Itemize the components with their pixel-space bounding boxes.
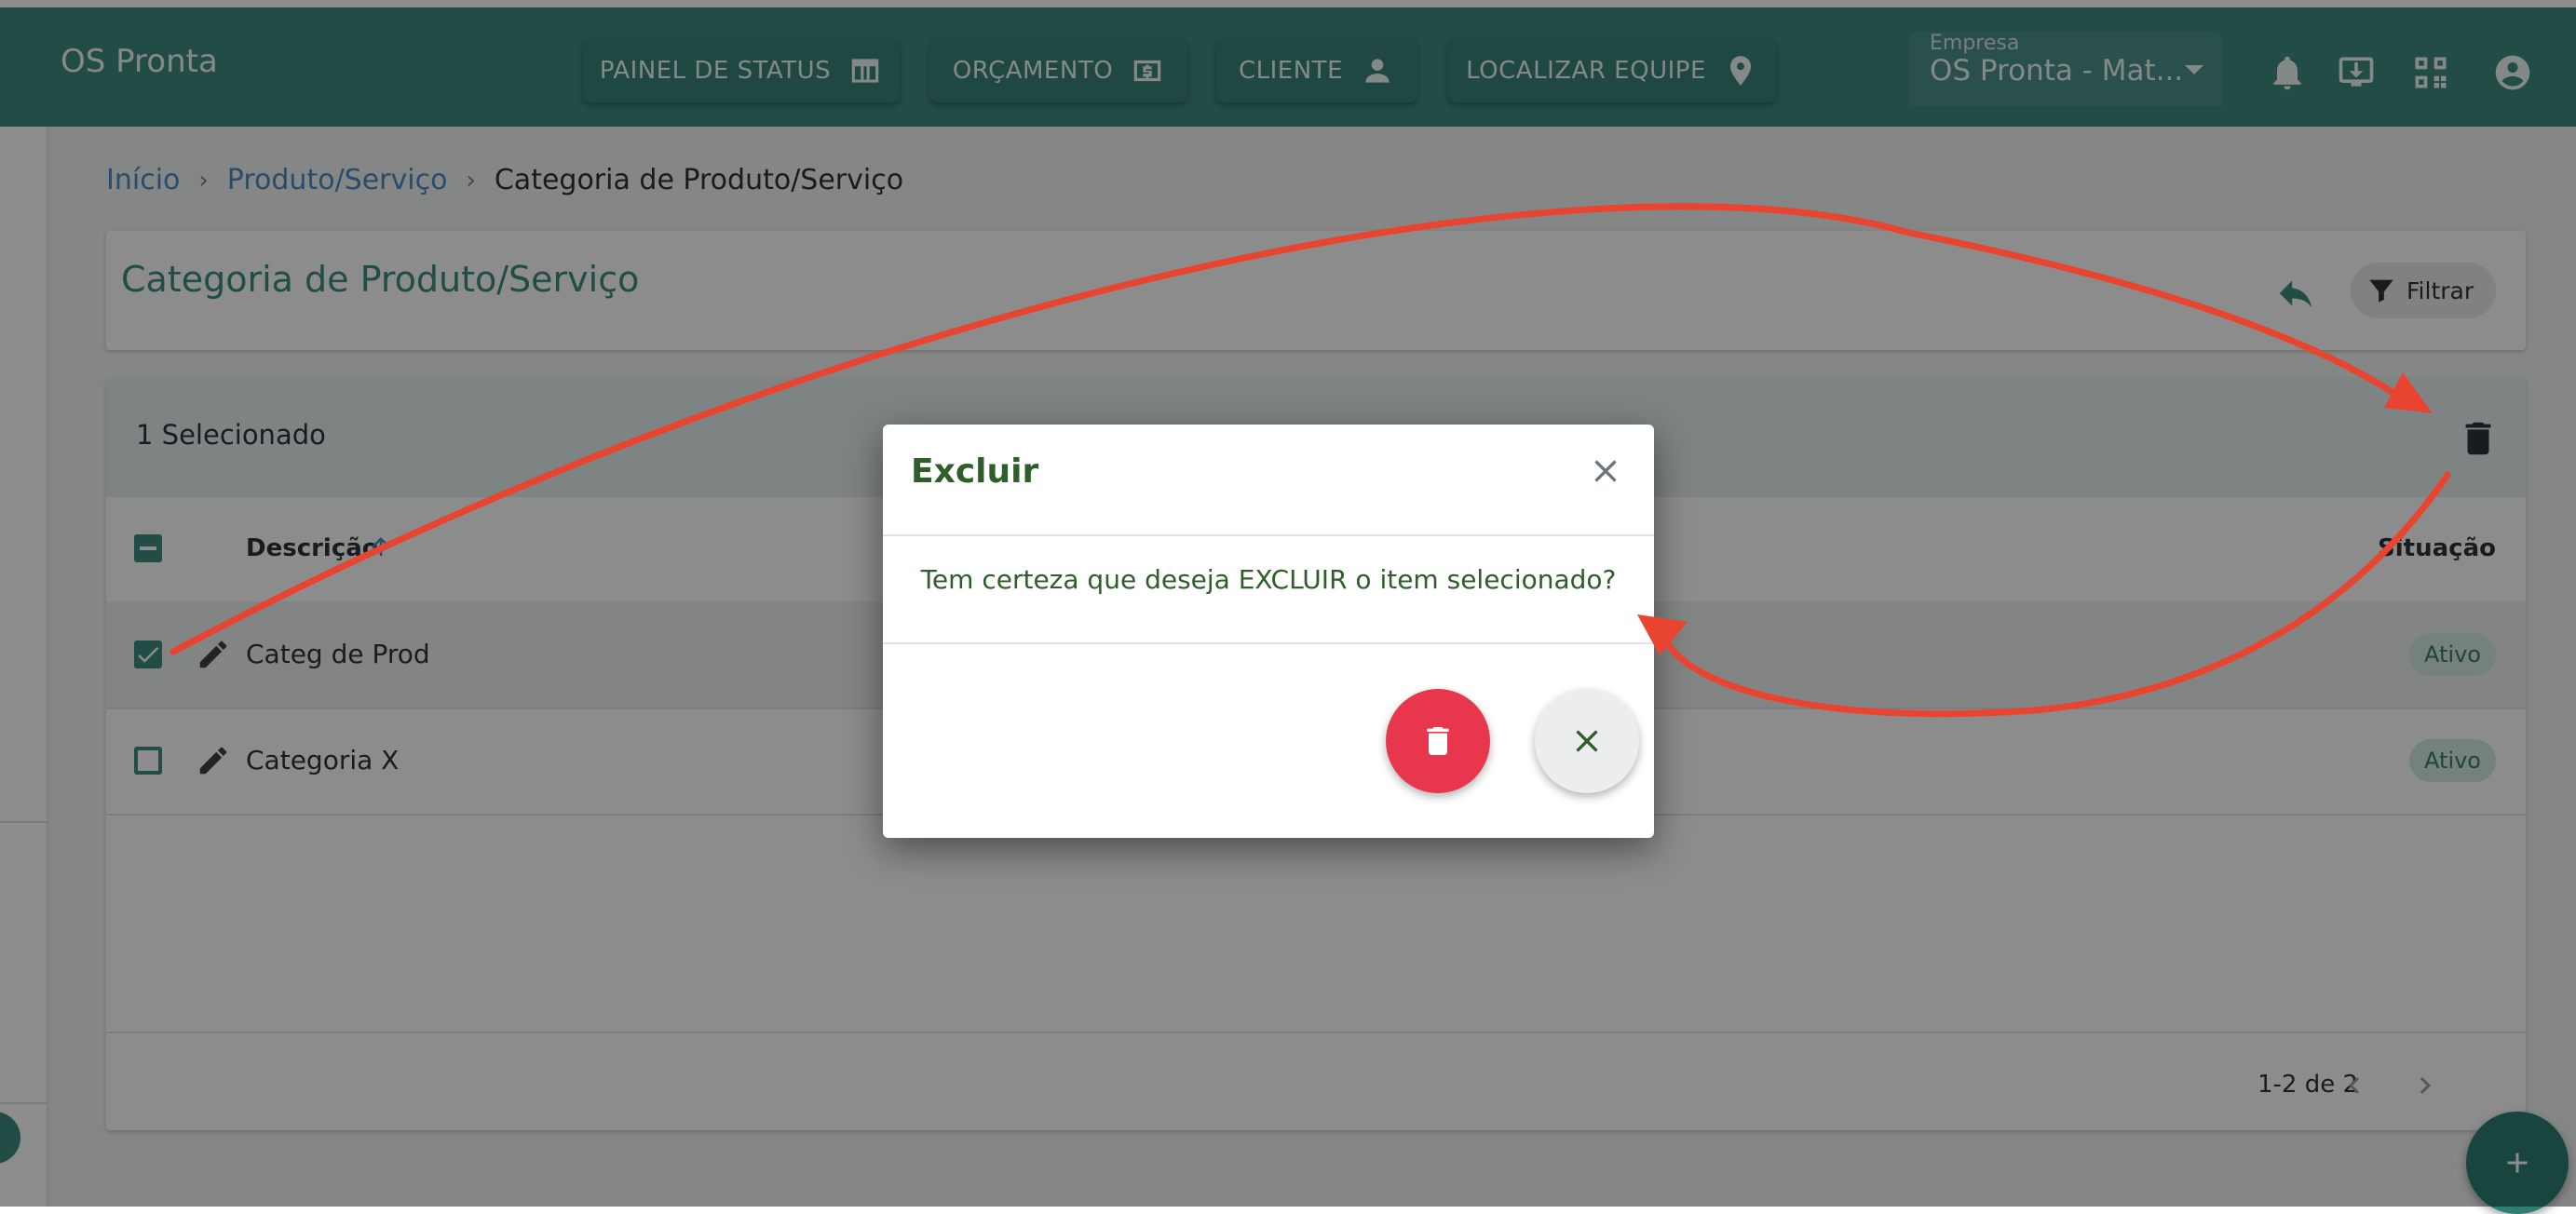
divider <box>883 642 1654 644</box>
trash-icon <box>1427 727 1449 755</box>
cancel-button[interactable] <box>1535 689 1639 793</box>
dialog-close-button[interactable] <box>1587 452 1624 490</box>
divider <box>883 534 1654 536</box>
dialog-message: Tem certeza que deseja EXCLUIR o item se… <box>920 564 1617 595</box>
dialog-title: Excluir <box>911 452 1039 491</box>
delete-confirm-dialog: Excluir Tem certeza que deseja EXCLUIR o… <box>883 425 1654 838</box>
confirm-delete-button[interactable] <box>1386 689 1490 793</box>
close-icon <box>1594 460 1617 482</box>
close-icon <box>1576 730 1598 752</box>
